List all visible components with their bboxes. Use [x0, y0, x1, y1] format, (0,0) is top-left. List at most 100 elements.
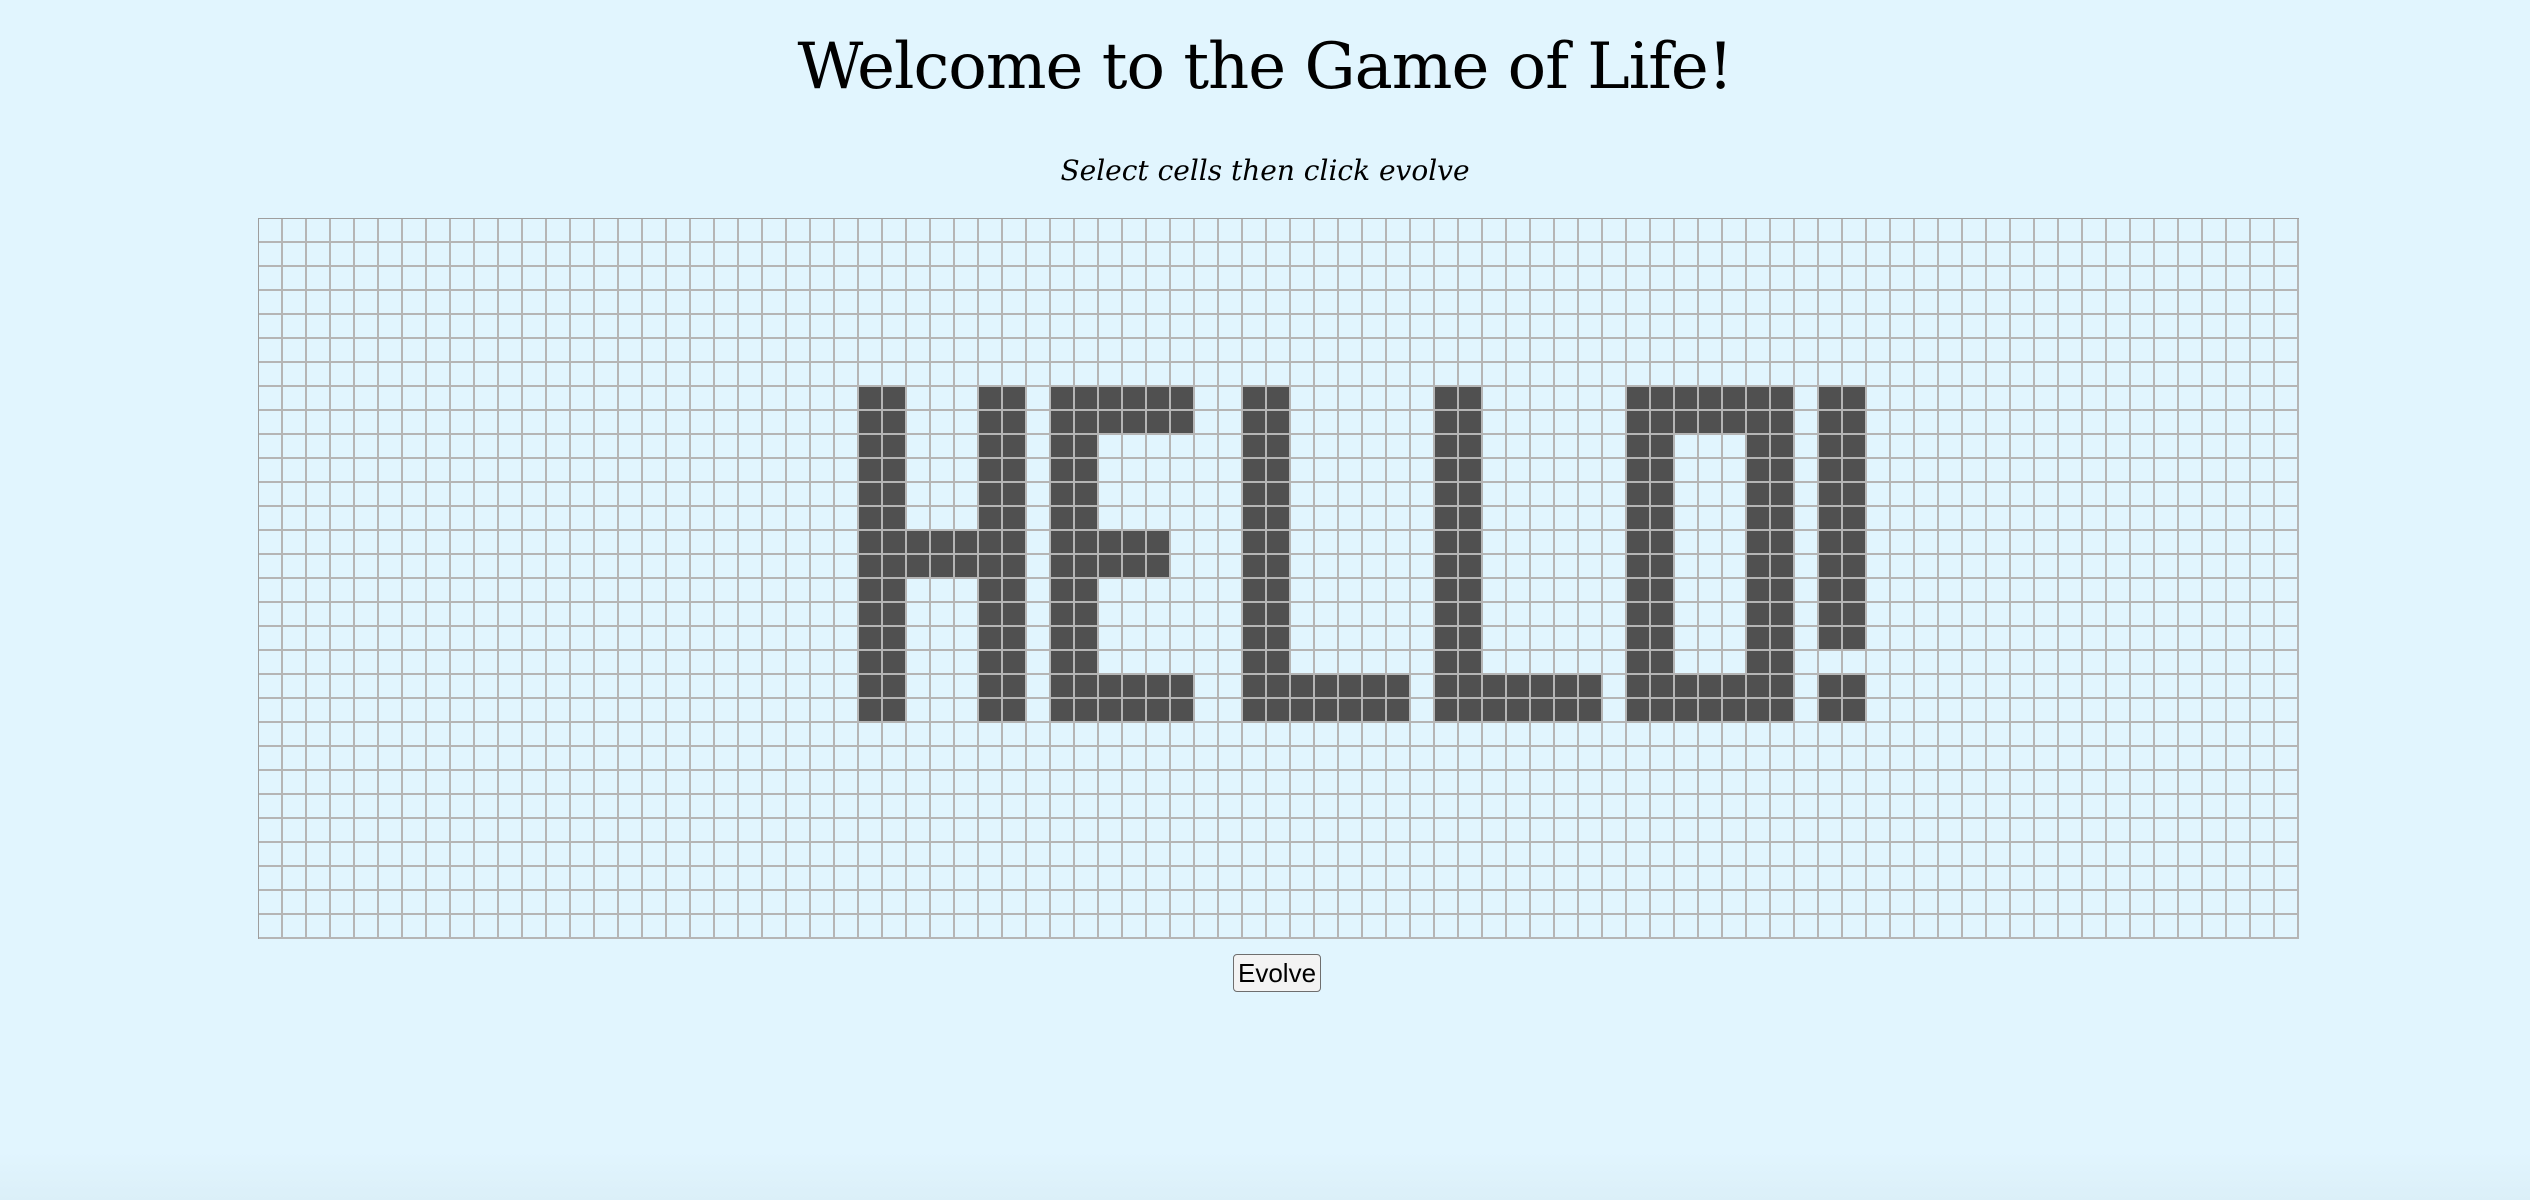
- grid-cell[interactable]: [1219, 867, 1243, 891]
- grid-cell[interactable]: [451, 531, 475, 555]
- grid-cell-alive[interactable]: [1747, 579, 1771, 603]
- grid-cell[interactable]: [1459, 243, 1483, 267]
- grid-cell[interactable]: [379, 411, 403, 435]
- grid-cell-alive[interactable]: [1051, 387, 1075, 411]
- grid-cell[interactable]: [667, 723, 691, 747]
- grid-cell[interactable]: [691, 891, 715, 915]
- grid-cell-alive[interactable]: [1747, 675, 1771, 699]
- grid-cell[interactable]: [523, 363, 547, 387]
- grid-cell-alive[interactable]: [1003, 555, 1027, 579]
- grid-cell[interactable]: [2011, 339, 2035, 363]
- grid-cell[interactable]: [1123, 891, 1147, 915]
- grid-cell[interactable]: [1939, 531, 1963, 555]
- grid-cell[interactable]: [1027, 387, 1051, 411]
- grid-cell[interactable]: [475, 267, 499, 291]
- grid-cell[interactable]: [595, 651, 619, 675]
- grid-cell[interactable]: [475, 795, 499, 819]
- grid-cell-alive[interactable]: [1819, 411, 1843, 435]
- grid-cell[interactable]: [1723, 219, 1747, 243]
- grid-cell[interactable]: [355, 267, 379, 291]
- grid-cell[interactable]: [1579, 891, 1603, 915]
- grid-cell[interactable]: [1147, 219, 1171, 243]
- grid-cell[interactable]: [691, 339, 715, 363]
- grid-cell[interactable]: [1123, 267, 1147, 291]
- grid-cell[interactable]: [1531, 507, 1555, 531]
- grid-cell[interactable]: [1555, 819, 1579, 843]
- grid-cell[interactable]: [1243, 267, 1267, 291]
- grid-cell[interactable]: [499, 291, 523, 315]
- grid-cell[interactable]: [331, 315, 355, 339]
- grid-cell[interactable]: [1603, 339, 1627, 363]
- grid-cell[interactable]: [1099, 291, 1123, 315]
- grid-cell[interactable]: [1099, 483, 1123, 507]
- grid-cell[interactable]: [1507, 339, 1531, 363]
- grid-cell[interactable]: [763, 747, 787, 771]
- grid-cell[interactable]: [1315, 747, 1339, 771]
- grid-cell[interactable]: [1675, 867, 1699, 891]
- grid-cell[interactable]: [451, 699, 475, 723]
- grid-cell[interactable]: [1195, 387, 1219, 411]
- grid-cell[interactable]: [1531, 555, 1555, 579]
- grid-cell[interactable]: [2035, 459, 2059, 483]
- grid-cell[interactable]: [1651, 723, 1675, 747]
- grid-cell[interactable]: [1915, 411, 1939, 435]
- grid-cell[interactable]: [475, 627, 499, 651]
- grid-cell[interactable]: [259, 315, 283, 339]
- grid-cell[interactable]: [1819, 723, 1843, 747]
- grid-cell-alive[interactable]: [1459, 603, 1483, 627]
- grid-cell[interactable]: [715, 219, 739, 243]
- grid-cell[interactable]: [1939, 579, 1963, 603]
- grid-cell[interactable]: [523, 579, 547, 603]
- grid-cell[interactable]: [1171, 723, 1195, 747]
- grid-cell[interactable]: [787, 579, 811, 603]
- grid-cell[interactable]: [619, 651, 643, 675]
- grid-cell-alive[interactable]: [1747, 435, 1771, 459]
- grid-cell[interactable]: [1195, 243, 1219, 267]
- grid-cell[interactable]: [619, 459, 643, 483]
- grid-cell[interactable]: [931, 771, 955, 795]
- grid-cell[interactable]: [2107, 651, 2131, 675]
- grid-cell[interactable]: [667, 315, 691, 339]
- grid-cell[interactable]: [2155, 867, 2179, 891]
- grid-cell[interactable]: [1795, 267, 1819, 291]
- grid-cell-alive[interactable]: [1651, 675, 1675, 699]
- grid-cell[interactable]: [667, 243, 691, 267]
- grid-cell[interactable]: [403, 291, 427, 315]
- grid-cell[interactable]: [1387, 891, 1411, 915]
- grid-cell[interactable]: [379, 387, 403, 411]
- grid-cell-alive[interactable]: [1675, 699, 1699, 723]
- grid-cell[interactable]: [1675, 435, 1699, 459]
- grid-cell[interactable]: [475, 651, 499, 675]
- grid-cell[interactable]: [739, 651, 763, 675]
- grid-cell-alive[interactable]: [1747, 531, 1771, 555]
- grid-cell[interactable]: [1939, 243, 1963, 267]
- grid-cell-alive[interactable]: [1147, 531, 1171, 555]
- grid-cell[interactable]: [1555, 723, 1579, 747]
- grid-cell[interactable]: [1411, 363, 1435, 387]
- grid-cell[interactable]: [2155, 507, 2179, 531]
- grid-cell[interactable]: [1891, 843, 1915, 867]
- grid-cell-alive[interactable]: [1051, 699, 1075, 723]
- grid-cell[interactable]: [1843, 915, 1867, 939]
- grid-cell[interactable]: [619, 531, 643, 555]
- grid-cell[interactable]: [1411, 411, 1435, 435]
- grid-cell[interactable]: [307, 675, 331, 699]
- grid-cell[interactable]: [379, 459, 403, 483]
- grid-cell[interactable]: [2251, 219, 2275, 243]
- grid-cell-alive[interactable]: [883, 627, 907, 651]
- grid-cell[interactable]: [2083, 459, 2107, 483]
- grid-cell-alive[interactable]: [1267, 603, 1291, 627]
- grid-cell[interactable]: [2011, 891, 2035, 915]
- grid-cell[interactable]: [1771, 291, 1795, 315]
- grid-cell[interactable]: [1387, 915, 1411, 939]
- grid-cell[interactable]: [2251, 675, 2275, 699]
- grid-cell[interactable]: [331, 363, 355, 387]
- grid-cell[interactable]: [1483, 411, 1507, 435]
- grid-cell[interactable]: [2275, 507, 2299, 531]
- grid-cell[interactable]: [379, 771, 403, 795]
- grid-cell[interactable]: [379, 891, 403, 915]
- grid-cell[interactable]: [1099, 723, 1123, 747]
- grid-cell[interactable]: [499, 411, 523, 435]
- grid-cell[interactable]: [1099, 819, 1123, 843]
- grid-cell[interactable]: [2059, 627, 2083, 651]
